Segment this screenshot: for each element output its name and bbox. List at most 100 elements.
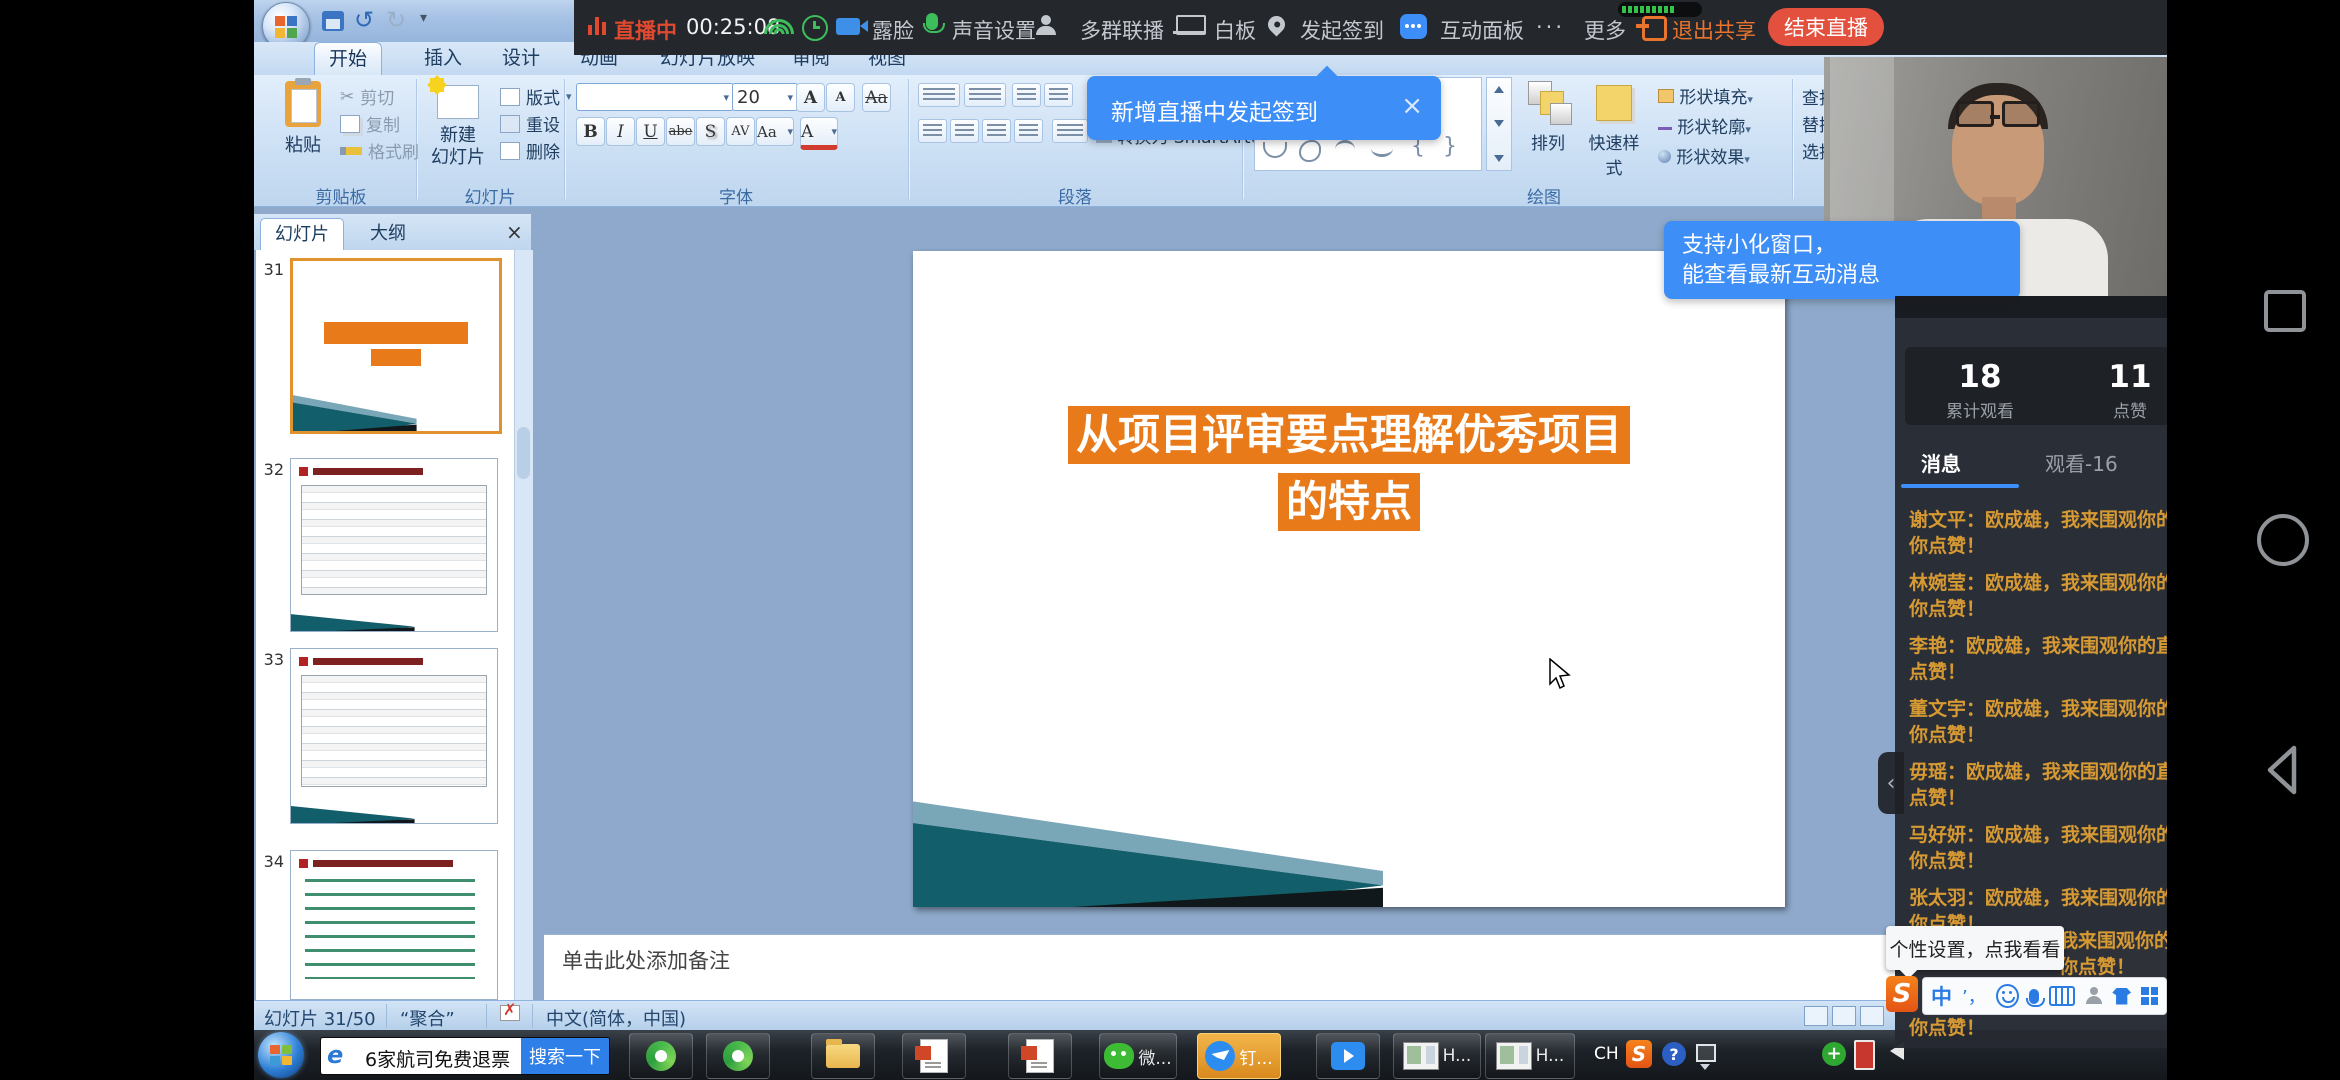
taskbar-window-1[interactable]: H...: [1393, 1033, 1481, 1079]
bullets-button[interactable]: [918, 83, 960, 107]
view-sorter-icon[interactable]: [1832, 1006, 1856, 1026]
font-size-combo[interactable]: 20▾: [732, 83, 798, 111]
phone-home-button[interactable]: [2257, 514, 2309, 566]
interact-panel-icon[interactable]: [1400, 14, 1427, 39]
text-shadow-button[interactable]: S: [696, 117, 725, 146]
format-painter-button[interactable]: 格式刷: [340, 137, 419, 164]
view-normal-icon[interactable]: [1804, 1006, 1828, 1026]
start-button[interactable]: [258, 1032, 304, 1078]
tab-home[interactable]: 开始: [314, 42, 382, 76]
taskbar-dingtalk[interactable]: 钉...: [1197, 1033, 1281, 1079]
pane-close-icon[interactable]: ×: [506, 220, 523, 244]
copy-button[interactable]: 复制: [340, 110, 419, 137]
exit-share-icon[interactable]: [1642, 16, 1667, 41]
strikethrough-button[interactable]: abe: [666, 117, 695, 146]
sound-settings-button[interactable]: 声音设置: [952, 15, 1036, 45]
pane-tab-outline[interactable]: 大纲: [356, 218, 420, 249]
taskbar-window-2[interactable]: H...: [1485, 1033, 1575, 1079]
align-right-button[interactable]: [982, 119, 1011, 143]
shape-fill-button[interactable]: 形状填充▾: [1658, 83, 1753, 108]
grow-font-button[interactable]: A: [796, 83, 825, 112]
tray-plus-icon[interactable]: +: [1822, 1042, 1846, 1066]
underline-button[interactable]: U: [636, 117, 665, 146]
ime-mode-button[interactable]: 中: [1931, 981, 1952, 1011]
signin-pin-icon[interactable]: [1264, 12, 1288, 36]
bold-button[interactable]: B: [576, 117, 605, 146]
spellcheck-icon[interactable]: ✗: [500, 1005, 520, 1021]
phone-back-button[interactable]: [2258, 740, 2306, 800]
decrease-indent-button[interactable]: [1012, 83, 1041, 107]
freeform-shape-icon[interactable]: [1299, 140, 1321, 162]
taskbar-wechat[interactable]: 微...: [1099, 1033, 1177, 1079]
clear-formatting-button[interactable]: Aa: [862, 83, 891, 112]
camera-icon[interactable]: [836, 18, 860, 35]
more-button[interactable]: 更多: [1584, 15, 1626, 45]
emoji-icon[interactable]: [1996, 984, 2019, 1008]
paste-button[interactable]: 粘贴: [274, 81, 332, 157]
ime-punctuation-button[interactable]: ’，: [1962, 983, 1986, 1009]
numbering-button[interactable]: [964, 83, 1006, 107]
align-center-button[interactable]: [950, 119, 979, 143]
arc-shape-icon[interactable]: [1335, 140, 1355, 159]
right-brace-shape-icon[interactable]: }: [1443, 134, 1457, 159]
arrange-button[interactable]: 排列: [1522, 81, 1574, 154]
taskbar-video-app[interactable]: [1316, 1033, 1380, 1079]
sogou-logo-icon[interactable]: S: [1886, 976, 1918, 1012]
slide-thumbnail-32[interactable]: [290, 458, 498, 632]
tray-window-icon[interactable]: [1696, 1044, 1716, 1062]
skin-icon[interactable]: [2112, 988, 2131, 1005]
shapes-scrollbar[interactable]: [1486, 77, 1512, 171]
more-dots-button[interactable]: ···: [1536, 15, 1565, 39]
keyboard-icon[interactable]: [2049, 986, 2076, 1006]
mic-icon[interactable]: [926, 13, 938, 30]
exit-share-button[interactable]: 退出共享: [1672, 15, 1756, 45]
tab-viewers[interactable]: 观看-16: [2045, 448, 2118, 477]
save-icon[interactable]: [322, 11, 344, 31]
multicast-button[interactable]: 多群联播: [1080, 15, 1164, 45]
change-case-button[interactable]: Aa▾: [756, 117, 794, 146]
tab-messages[interactable]: 消息: [1921, 448, 1961, 477]
voice-input-icon[interactable]: [2029, 989, 2039, 1004]
tray-expand-icon[interactable]: [1700, 1064, 1710, 1070]
interact-panel-button[interactable]: 互动面板: [1440, 15, 1524, 45]
shape-effects-button[interactable]: 形状效果▾: [1658, 143, 1750, 168]
character-spacing-button[interactable]: AV: [726, 117, 755, 146]
tray-sogou-icon[interactable]: S: [1626, 1040, 1652, 1068]
font-color-button[interactable]: A▾: [800, 117, 838, 150]
scroll-up-icon[interactable]: [1494, 86, 1504, 93]
tray-help-icon[interactable]: ?: [1662, 1042, 1686, 1066]
signin-button[interactable]: 发起签到: [1300, 15, 1384, 45]
taskbar-360-browser-1[interactable]: [629, 1033, 693, 1079]
increase-indent-button[interactable]: [1044, 83, 1073, 107]
cut-button[interactable]: ✂剪切: [340, 83, 419, 110]
undo-icon[interactable]: ↺: [354, 6, 374, 34]
toolbox-icon[interactable]: [2141, 987, 2158, 1005]
taskbar-folder[interactable]: [811, 1033, 875, 1079]
taskbar-search-box[interactable]: e 6家航司免费退票 搜索一下: [320, 1037, 610, 1075]
phone-recents-button[interactable]: [2264, 290, 2306, 332]
search-button[interactable]: 搜索一下: [521, 1038, 609, 1074]
font-name-combo[interactable]: ▾: [576, 83, 734, 111]
slide-thumbnail-31[interactable]: [290, 258, 502, 434]
pane-tab-slides[interactable]: 幻灯片: [260, 218, 344, 250]
taskbar-powerpoint-1[interactable]: [902, 1033, 966, 1079]
delete-slide-button[interactable]: 删除: [500, 137, 572, 164]
slides-pane-scrollbar[interactable]: [514, 250, 533, 1000]
shapes-more-icon[interactable]: [1494, 155, 1504, 162]
quick-styles-button[interactable]: 快速样式: [1582, 81, 1646, 179]
new-slide-button[interactable]: 新建幻灯片: [426, 81, 490, 169]
multicast-icon[interactable]: [1036, 15, 1058, 35]
whiteboard-button[interactable]: 白板: [1214, 15, 1256, 45]
slide-thumbnail-33[interactable]: [290, 648, 498, 824]
account-icon[interactable]: [2085, 987, 2102, 1005]
tray-battery-icon[interactable]: [1854, 1040, 1875, 1070]
justify-button[interactable]: [1014, 119, 1043, 143]
view-slideshow-icon[interactable]: [1860, 1006, 1884, 1026]
wave-shape-icon[interactable]: [1371, 140, 1393, 157]
layout-button[interactable]: 版式▾: [500, 83, 572, 110]
panel-collapse-button[interactable]: ‹: [1878, 752, 1904, 814]
scroll-down-icon[interactable]: [1494, 120, 1504, 127]
shape-outline-button[interactable]: 形状轮廓▾: [1658, 113, 1751, 138]
taskbar-360-browser-2[interactable]: [706, 1033, 770, 1079]
whiteboard-icon[interactable]: [1176, 15, 1206, 35]
